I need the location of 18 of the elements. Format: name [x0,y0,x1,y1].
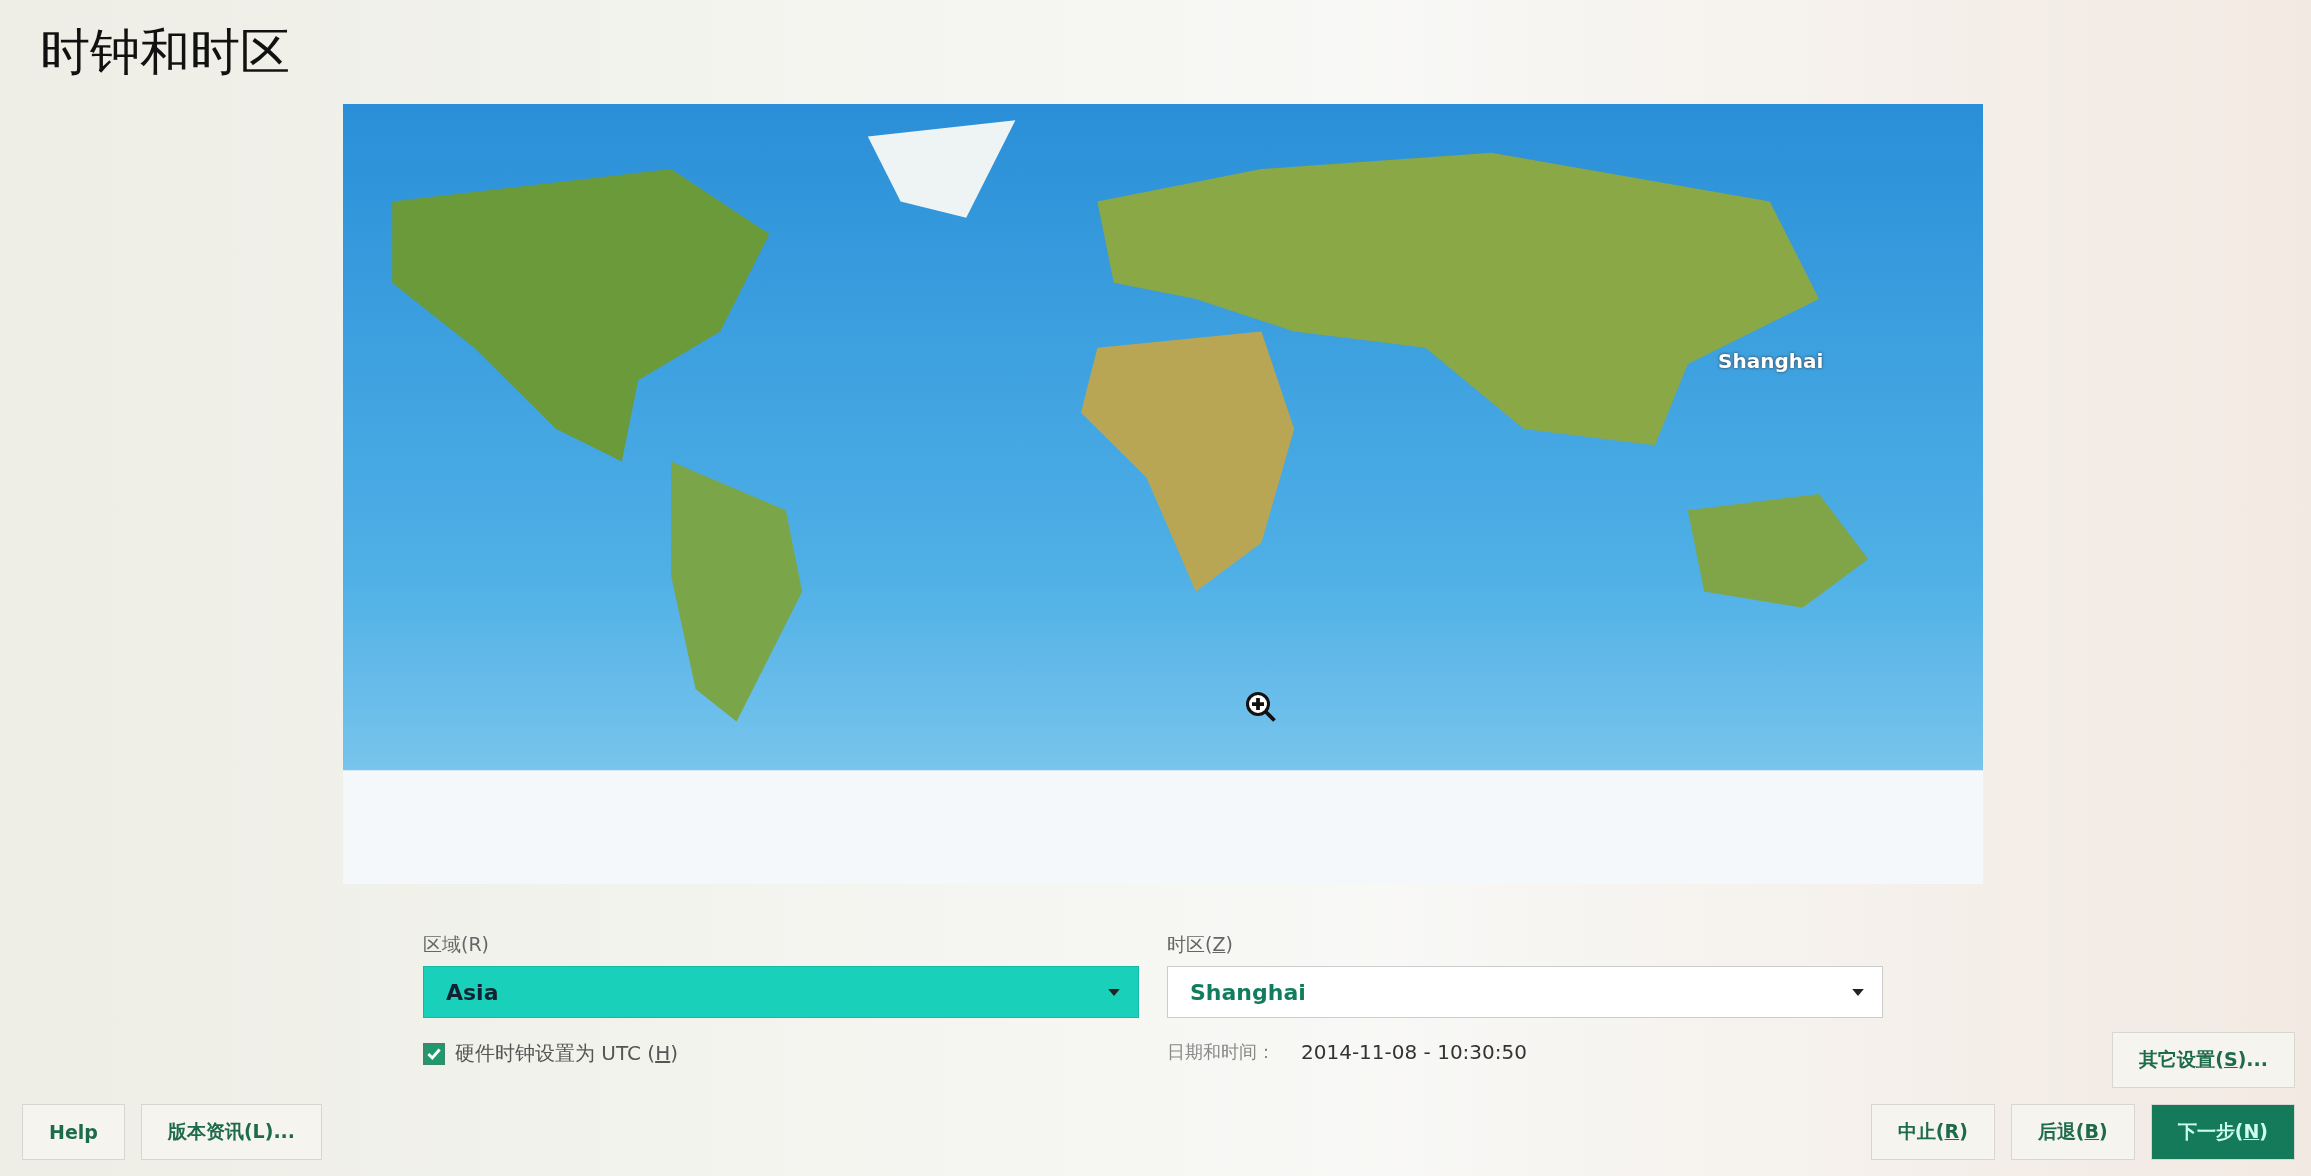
timezone-dropdown[interactable]: Shanghai [1167,966,1883,1018]
footer-button[interactable]: Help [22,1104,125,1160]
datetime-label: 日期和时间： [1167,1040,1275,1064]
timezone-label: 时区(Z) [1167,932,1233,957]
page-title: 时钟和时区 [40,22,290,82]
checkbox[interactable] [423,1042,445,1065]
nav-button[interactable]: 下一步(N) [2150,1104,2295,1160]
region-dropdown[interactable]: Asia [423,966,1139,1018]
caret-icon [1852,988,1864,996]
nav-button[interactable]: 中止(R) [1870,1104,1995,1160]
nav-button[interactable]: 后退(B) [2010,1104,2135,1160]
datetime-value: 2014-11-08 - 10:30:50 [1301,1040,1527,1064]
caret-icon [1108,988,1120,996]
hardware-clock-checkbox[interactable]: 硬件时钟设置为 UTC (H) [423,1040,679,1067]
other-settings-button[interactable]: 其它设置(S)... [2112,1032,2295,1088]
region-label: 区域(R) [423,932,490,957]
city-label: Shanghai [1718,349,1824,373]
footer-button[interactable]: 版本资讯(L)... [140,1104,323,1160]
